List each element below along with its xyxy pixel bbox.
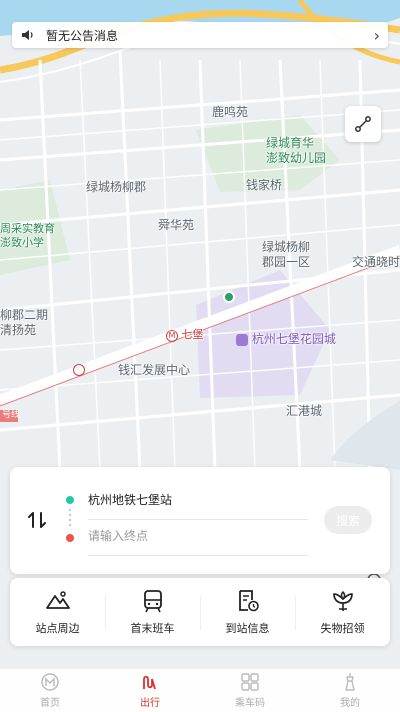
- action-lost-and-found[interactable]: 失物招领: [295, 578, 390, 646]
- tab-mine[interactable]: 我的: [300, 669, 400, 712]
- route-search-card: 杭州地铁七堡站 搜索: [10, 467, 390, 574]
- map-label-school[interactable]: 周采实教育 澎致小学: [0, 222, 55, 250]
- tab-label: 首页: [40, 698, 60, 709]
- action-label: 失物招领: [320, 622, 365, 635]
- tab-label: 出行: [140, 698, 160, 709]
- map-label-yangliujun: 绿城杨柳郡: [86, 180, 147, 194]
- shopping-bag-icon: [236, 333, 248, 346]
- route-icon: [355, 116, 371, 132]
- tab-label: 乘车码: [235, 698, 265, 709]
- action-arrival-info[interactable]: 到站信息: [200, 578, 295, 646]
- chevron-right-icon: ›: [373, 25, 380, 45]
- start-dot-icon: [66, 496, 74, 504]
- map-label-qianjiaqiao: 钱家桥: [246, 178, 283, 192]
- to-divider: [88, 555, 308, 556]
- map-label-mall-text: 杭州七堡花园城: [251, 332, 336, 346]
- map-label-kindergarten[interactable]: 绿城育华 澎致幼儿园: [266, 136, 326, 166]
- status-bar: [0, 0, 400, 20]
- map-label-qiuhui: 钱汇发展中心: [118, 363, 191, 377]
- destination-input[interactable]: [88, 529, 308, 543]
- map-label-shuanghua: 舜华苑: [158, 218, 195, 232]
- map-label-yangliujun-1: 绿城杨柳 郡园一区: [262, 240, 311, 269]
- speaker-icon: [22, 30, 33, 40]
- map-label-qibao-text: 七堡: [181, 328, 204, 341]
- dotted-connector: [69, 509, 71, 529]
- map-label-yangliujun-2: 柳郡二期 清扬苑: [0, 308, 49, 337]
- map-label-jiaotong: 交通晓时: [352, 255, 400, 269]
- action-label: 站点周边: [35, 622, 80, 635]
- tower-icon: [345, 673, 355, 691]
- action-label: 首末班车: [130, 622, 175, 635]
- tab-home[interactable]: 首页: [0, 669, 100, 712]
- tab-travel[interactable]: 出行: [100, 669, 200, 712]
- metro-logo-icon: [41, 673, 59, 691]
- metro-line-tag: 号线: [2, 410, 21, 420]
- tab-ride-code[interactable]: 乘车码: [200, 669, 300, 712]
- bus-icon: [143, 590, 162, 613]
- map-label-huigang: 汇港城: [286, 404, 323, 418]
- action-first-last-train[interactable]: 首末班车: [105, 578, 200, 646]
- green-station-marker-icon[interactable]: [223, 291, 235, 303]
- from-station-field[interactable]: 杭州地铁七堡站: [88, 491, 172, 508]
- action-station-surroundings[interactable]: 站点周边: [10, 578, 105, 646]
- notice-bar[interactable]: 暂无公告消息 ›: [12, 22, 388, 48]
- from-divider: [88, 519, 308, 520]
- map-label-luming: 鹿鸣苑: [212, 105, 249, 119]
- search-button[interactable]: 搜索: [324, 506, 372, 534]
- route-plan-button[interactable]: [345, 106, 381, 142]
- route-icon: [143, 675, 156, 690]
- mountain-icon: [45, 591, 70, 609]
- swap-icon[interactable]: [26, 509, 48, 531]
- map-label-qibao[interactable]: M 七堡: [166, 328, 204, 342]
- notice-text: 暂无公告消息: [46, 28, 119, 43]
- action-label: 到站信息: [225, 622, 270, 635]
- tab-label: 我的: [340, 698, 360, 709]
- metro-station-icon: M: [166, 330, 178, 342]
- red-station-marker-icon[interactable]: [73, 364, 85, 376]
- end-dot-icon: [66, 534, 74, 542]
- map-label-mall[interactable]: 杭州七堡花园城: [236, 332, 336, 347]
- qr-grid-icon: [241, 673, 259, 691]
- bottom-tab-bar: 首页 出行 乘车码 我的: [0, 668, 400, 712]
- quick-actions: 站点周边 首末班车 到站信息 失物招领: [10, 578, 390, 646]
- clock-doc-icon: [238, 590, 259, 612]
- flower-icon: [332, 590, 353, 611]
